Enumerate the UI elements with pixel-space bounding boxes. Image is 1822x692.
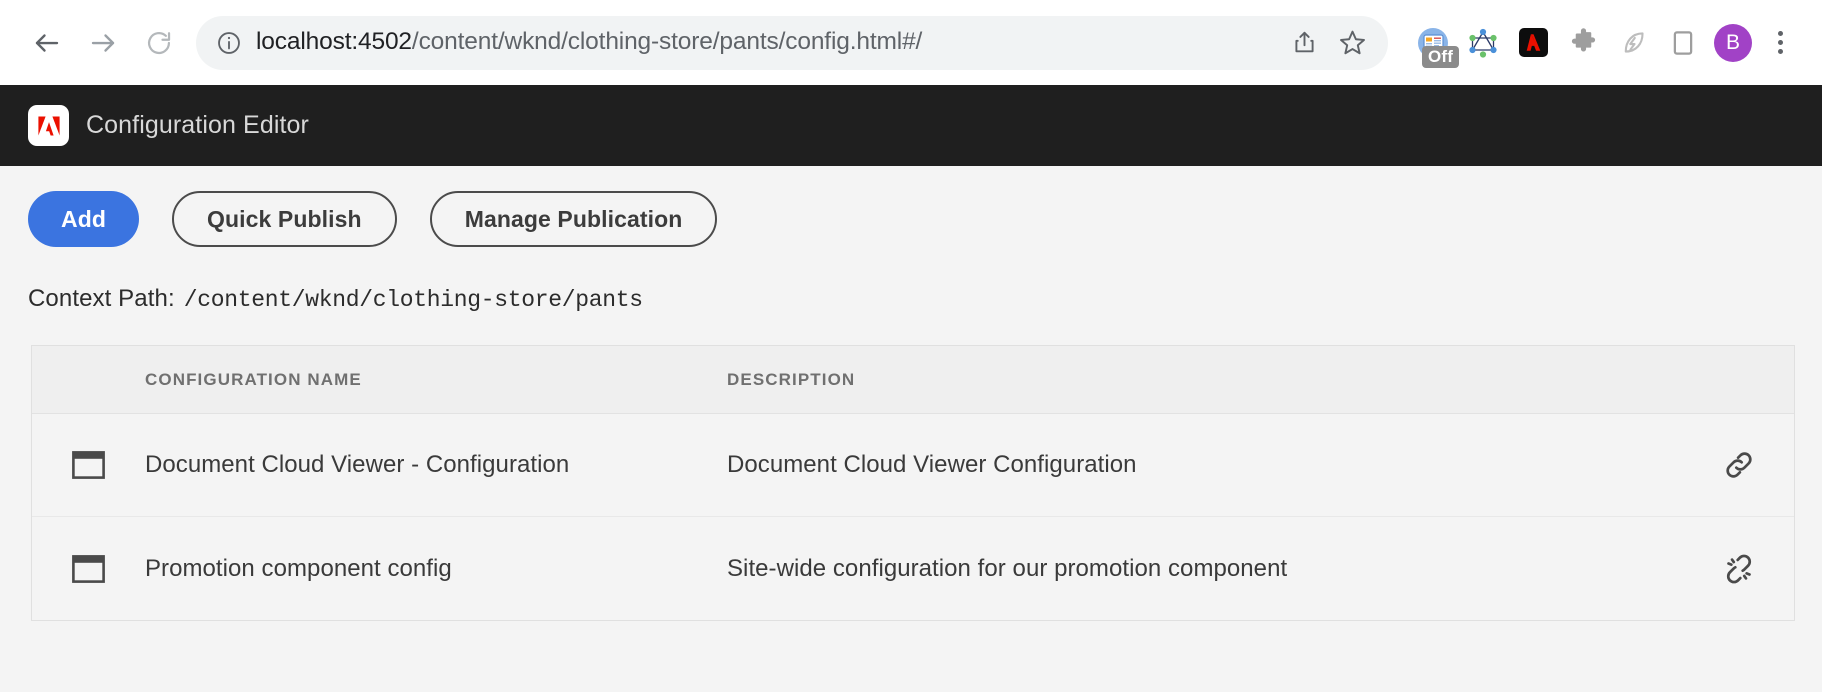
- site-info-icon[interactable]: [216, 30, 242, 56]
- row-link-action[interactable]: [1684, 448, 1794, 482]
- url-text[interactable]: localhost:4502/content/wknd/clothing-sto…: [256, 30, 1278, 55]
- row-description: Document Cloud Viewer Configuration: [727, 451, 1684, 479]
- manage-publication-button[interactable]: Manage Publication: [430, 191, 718, 247]
- table-row[interactable]: Promotion component config Site-wide con…: [32, 517, 1794, 620]
- kebab-dot: [1778, 40, 1783, 45]
- share-icon: [1291, 29, 1318, 56]
- row-configuration-name[interactable]: Document Cloud Viewer - Configuration: [145, 451, 727, 479]
- url-host: localhost:4502: [256, 30, 412, 55]
- leaf-performance-icon[interactable]: [1610, 20, 1656, 66]
- link-icon: [1722, 448, 1756, 482]
- reload-icon: [145, 29, 173, 57]
- reload-button[interactable]: [136, 20, 182, 66]
- sidepanel-icon[interactable]: [1660, 20, 1706, 66]
- context-path-value: /content/wknd/clothing-store/pants: [184, 287, 643, 313]
- extensions-tray: Off: [1410, 20, 1800, 66]
- context-path: Context Path: /content/wknd/clothing-sto…: [28, 285, 1822, 313]
- kebab-dot: [1778, 49, 1783, 54]
- puzzle-extensions-icon[interactable]: [1560, 20, 1606, 66]
- table-header-description: DESCRIPTION: [727, 370, 1684, 390]
- puzzle-glyph-icon: [1568, 27, 1599, 58]
- bookmark-button[interactable]: [1330, 21, 1374, 65]
- row-description: Site-wide configuration for our promotio…: [727, 555, 1684, 583]
- profile-avatar-button[interactable]: B: [1710, 20, 1756, 66]
- address-bar[interactable]: localhost:4502/content/wknd/clothing-sto…: [196, 16, 1388, 70]
- share-button[interactable]: [1282, 21, 1326, 65]
- back-button[interactable]: [24, 20, 70, 66]
- graphql-glyph-icon: [1466, 26, 1500, 60]
- arrow-left-icon: [32, 28, 62, 58]
- adobe-logo-icon: [36, 113, 62, 139]
- context-path-label: Context Path:: [28, 285, 175, 313]
- leaf-glyph-icon: [1618, 27, 1649, 58]
- forward-button[interactable]: [80, 20, 126, 66]
- adobe-extension-icon[interactable]: [1510, 20, 1556, 66]
- avatar: B: [1714, 24, 1752, 62]
- configurations-table: CONFIGURATION NAME DESCRIPTION Document …: [31, 345, 1795, 621]
- app-title: Configuration Editor: [86, 111, 309, 140]
- table-header-row: CONFIGURATION NAME DESCRIPTION: [32, 346, 1794, 414]
- row-unlink-action[interactable]: [1684, 552, 1794, 586]
- arrow-right-icon: [88, 28, 118, 58]
- window-icon: [72, 555, 105, 583]
- row-configuration-name[interactable]: Promotion component config: [145, 555, 727, 583]
- app-header: Configuration Editor: [0, 85, 1822, 166]
- add-button[interactable]: Add: [28, 191, 139, 247]
- star-icon: [1338, 28, 1367, 57]
- table-header-configuration-name: CONFIGURATION NAME: [145, 370, 727, 390]
- table-row[interactable]: Document Cloud Viewer - Configuration Do…: [32, 414, 1794, 517]
- quick-publish-button[interactable]: Quick Publish: [172, 191, 397, 247]
- page-body: Add Quick Publish Manage Publication Con…: [0, 166, 1822, 692]
- row-type-icon-cell: [32, 451, 145, 479]
- kebab-dot: [1778, 31, 1783, 36]
- url-path: /content/wknd/clothing-store/pants/confi…: [412, 30, 922, 55]
- extension-off-badge: Off: [1422, 46, 1459, 69]
- adobe-glyph-icon: [1517, 26, 1550, 59]
- row-type-icon-cell: [32, 555, 145, 583]
- screenshot-extension-icon[interactable]: Off: [1410, 20, 1456, 66]
- broken-link-icon: [1722, 552, 1756, 586]
- browser-toolbar: localhost:4502/content/wknd/clothing-sto…: [0, 0, 1822, 85]
- action-toolbar: Add Quick Publish Manage Publication: [0, 166, 1822, 247]
- browser-menu-button[interactable]: [1760, 20, 1800, 66]
- graphql-extension-icon[interactable]: [1460, 20, 1506, 66]
- adobe-logo: [28, 105, 69, 146]
- window-icon: [72, 451, 105, 479]
- sidepanel-glyph-icon: [1668, 28, 1698, 58]
